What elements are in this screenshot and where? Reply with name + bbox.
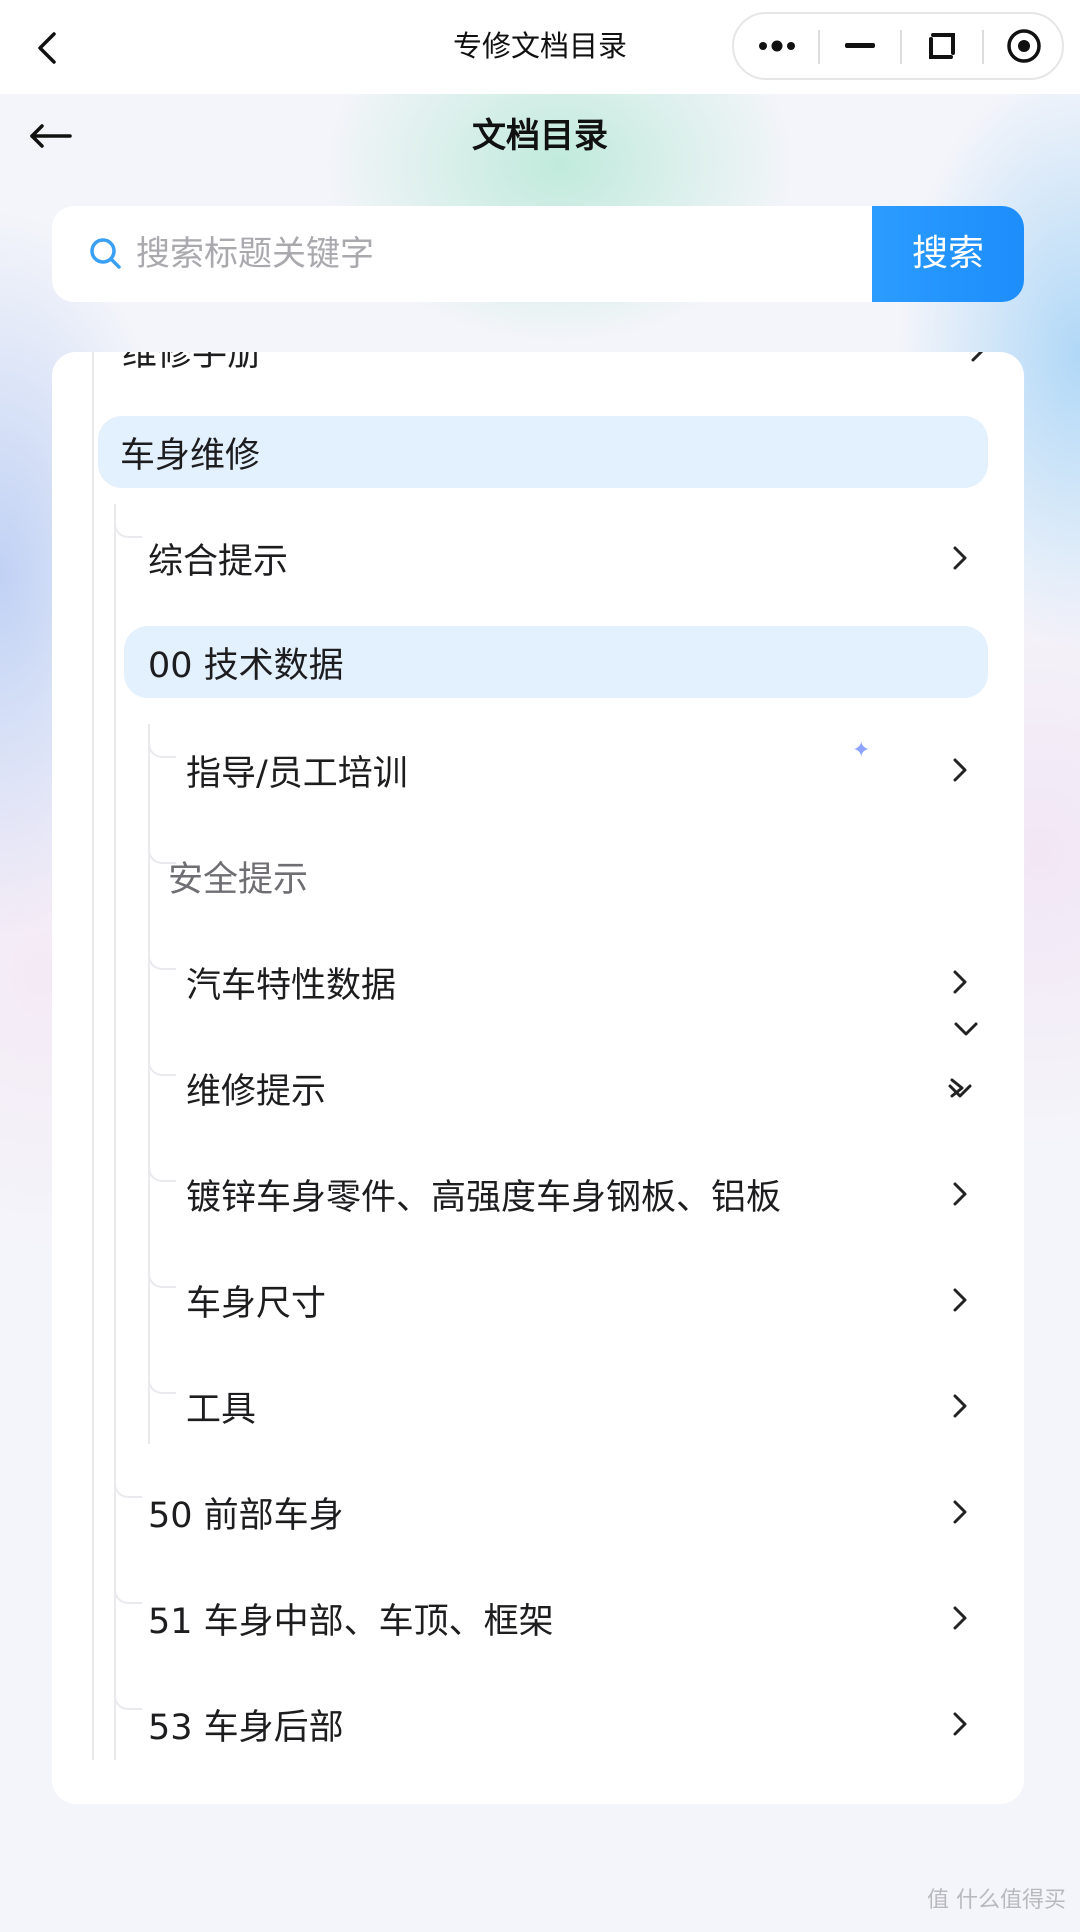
tree-item-front-body[interactable]: 50 前部车身: [126, 1476, 988, 1548]
search-bar: 搜索: [52, 206, 1024, 302]
more-icon[interactable]: [738, 14, 818, 78]
tree-item-general-tips[interactable]: 综合提示: [126, 522, 988, 594]
chevron-right-icon: [953, 970, 967, 994]
tree-item-vehicle-data[interactable]: 汽车特性数据: [162, 946, 988, 1018]
watermark: 值 什么值得买: [927, 1888, 1066, 1913]
chevron-expand-icon: [948, 1078, 972, 1098]
page-title: 文档目录: [472, 116, 608, 156]
restore-icon[interactable]: [902, 14, 982, 78]
search-icon: [90, 238, 121, 269]
tree-item-partial[interactable]: 维修手册: [106, 352, 1006, 386]
tree-guide-root: [92, 352, 94, 1760]
close-target-icon[interactable]: [984, 14, 1064, 78]
tree-item-rear-body[interactable]: 53 车身后部: [126, 1688, 988, 1760]
capsule-menu: [732, 12, 1064, 80]
tree-item-tools[interactable]: 工具: [162, 1370, 988, 1442]
chevron-right-icon: [953, 1606, 967, 1630]
tree-item-safety-tips[interactable]: 安全提示: [162, 840, 988, 912]
chevron-right-icon: [971, 352, 984, 362]
chevron-down-icon[interactable]: [950, 1018, 982, 1042]
chevron-right-icon: [953, 1288, 967, 1312]
mini-program-bar: 专修文档目录: [0, 0, 1080, 94]
chevron-right-icon: [953, 1182, 967, 1206]
window-title: 专修文档目录: [452, 29, 627, 63]
document-tree: 维修手册 车身维修 综合提示 00 技术数据 指导/员工培训 ✦ 安全提示 汽车…: [52, 352, 1024, 1804]
tree-item-technical-data[interactable]: 00 技术数据: [124, 626, 988, 698]
search-button[interactable]: 搜索: [872, 206, 1024, 302]
tree-item-repair-tips[interactable]: 维修提示: [162, 1052, 988, 1124]
minimize-icon[interactable]: [820, 14, 900, 78]
chevron-right-icon: [953, 546, 967, 570]
tree-item-mid-body[interactable]: 51 车身中部、车顶、框架: [126, 1582, 988, 1654]
chevron-right-icon: [953, 1500, 967, 1524]
sparkle-icon: ✦: [852, 738, 871, 763]
chevron-right-icon: [953, 758, 967, 782]
chevron-right-icon: [953, 1394, 967, 1418]
tree-item-body-repair[interactable]: 车身维修: [98, 416, 988, 488]
chevron-left-icon[interactable]: [28, 28, 68, 68]
arrow-left-icon[interactable]: [28, 116, 74, 156]
tree-item-body-dimensions[interactable]: 车身尺寸: [162, 1264, 988, 1336]
tree-item-galvanized-parts[interactable]: 镀锌车身零件、高强度车身钢板、铝板: [162, 1158, 988, 1230]
chevron-right-icon: [953, 1712, 967, 1736]
search-input[interactable]: [136, 206, 916, 302]
page-header: 文档目录: [0, 94, 1080, 178]
